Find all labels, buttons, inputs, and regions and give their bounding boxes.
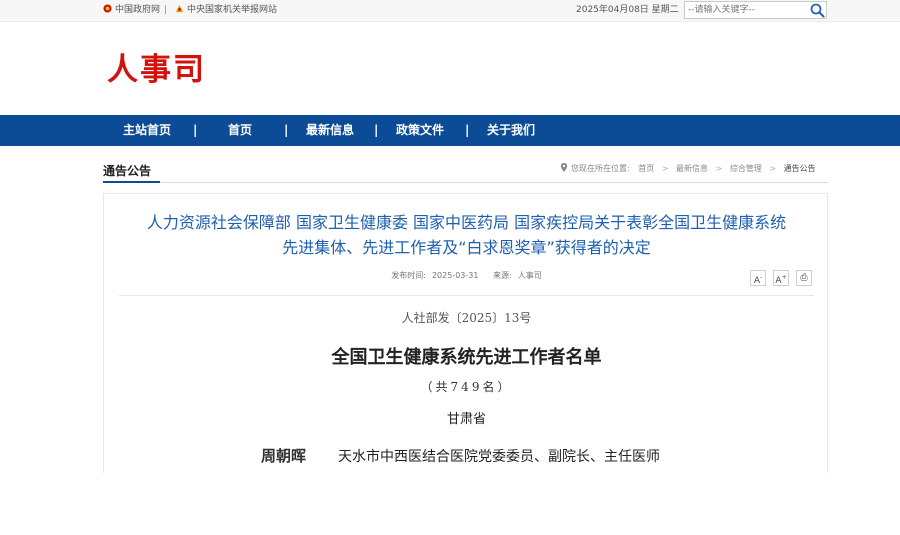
breadcrumb-general[interactable]: 综合管理 [730, 164, 762, 173]
breadcrumb-arrow: > [661, 164, 669, 173]
nav-item-policies[interactable]: 政策文件 [396, 115, 444, 146]
awardee-count: （共749名） [420, 380, 513, 394]
publish-date: 发布时间: 2025-03-31 [388, 271, 481, 280]
awardee-description: 天水市中西医结合医院党委委员、副院长、主任医师 [338, 449, 660, 465]
breadcrumb-arrow: > [769, 164, 777, 173]
gov-link[interactable]: 中国政府网 [103, 4, 160, 17]
article-divider [119, 295, 814, 296]
article-title-line-1: 人力资源社会保障部 国家卫生健康委 国家中医药局 国家疾控局关于表彰全国卫生健康… [146, 213, 787, 232]
section-title: 通告公告 [103, 164, 152, 178]
publish-date-value: 2025-03-31 [431, 271, 479, 280]
list-title: 全国卫生健康系统先进工作者名单 [331, 347, 602, 368]
publish-date-label: 发布时间: [391, 271, 426, 280]
section-divider [103, 182, 828, 183]
font-decrease-button[interactable]: A- [750, 270, 766, 286]
top-bar-inner: 中国政府网 | 中央国家机关举报网站 2025年04月08日 星期二 [103, 0, 828, 22]
report-emblem-icon [175, 4, 184, 13]
nav-item-about[interactable]: 关于我们 [487, 115, 535, 146]
source-label: 来源: [493, 271, 512, 280]
site-logo[interactable]: 人事司 [107, 50, 206, 90]
print-button[interactable]: ⎙ [796, 270, 812, 286]
nav-item-home[interactable]: 首页 [228, 115, 252, 146]
section-title-underline [103, 181, 160, 183]
national-emblem-icon [103, 4, 112, 13]
nav-separator: | [374, 123, 379, 137]
search-input[interactable] [688, 3, 806, 17]
article-title-line-2: 先进集体、先进工作者及“白求恩奖章”获得者的决定 [282, 238, 651, 257]
document-number: 人社部发〔2025〕13号 [401, 311, 532, 325]
province-heading: 甘肃省 [446, 412, 486, 427]
topbar-separator: | [164, 5, 168, 15]
article-title: 人力资源社会保障部 国家卫生健康委 国家中医药局 国家疾控局关于表彰全国卫生健康… [104, 210, 829, 260]
breadcrumb-prefix: 您现在所在位置: [571, 164, 630, 173]
article-meta: 发布时间: 2025-03-31 来源: 人事司 [104, 270, 829, 282]
main-nav: 主站首页 | 首页 | 最新信息 | 政策文件 | 关于我们 [0, 115, 900, 146]
search-icon[interactable] [809, 2, 826, 18]
breadcrumb-current: 通告公告 [783, 164, 816, 173]
search-box [684, 1, 827, 19]
article-panel: 人力资源社会保障部 国家卫生健康委 国家中医药局 国家疾控局关于表彰全国卫生健康… [103, 193, 828, 473]
article-source: 来源: 人事司 [490, 271, 545, 280]
nav-item-main-home[interactable]: 主站首页 [123, 115, 171, 146]
print-icon: ⎙ [800, 273, 808, 283]
nav-item-latest[interactable]: 最新信息 [306, 115, 354, 146]
top-bar: 中国政府网 | 中央国家机关举报网站 2025年04月08日 星期二 [0, 0, 900, 22]
nav-separator: | [284, 123, 289, 137]
location-pin-icon [560, 163, 568, 172]
gov-link-label: 中国政府网 [115, 5, 161, 15]
breadcrumb: 您现在所在位置: 首页 > 最新信息 > 综合管理 > 通告公告 [560, 163, 816, 175]
nav-separator: | [465, 123, 470, 137]
report-site-label: 中央国家机关举报网站 [187, 5, 278, 15]
awardee-name: 周朝晖 [261, 447, 307, 465]
source-value: 人事司 [517, 271, 542, 280]
site-header: 人事司 [0, 22, 900, 115]
font-increase-button[interactable]: A+ [773, 270, 789, 286]
breadcrumb-latest[interactable]: 最新信息 [676, 164, 708, 173]
report-site-link[interactable]: 中央国家机关举报网站 [175, 4, 277, 17]
current-date: 2025年04月08日 星期二 [576, 5, 679, 15]
breadcrumb-home[interactable]: 首页 [638, 164, 654, 173]
breadcrumb-arrow: > [715, 164, 723, 173]
nav-separator: | [193, 123, 198, 137]
